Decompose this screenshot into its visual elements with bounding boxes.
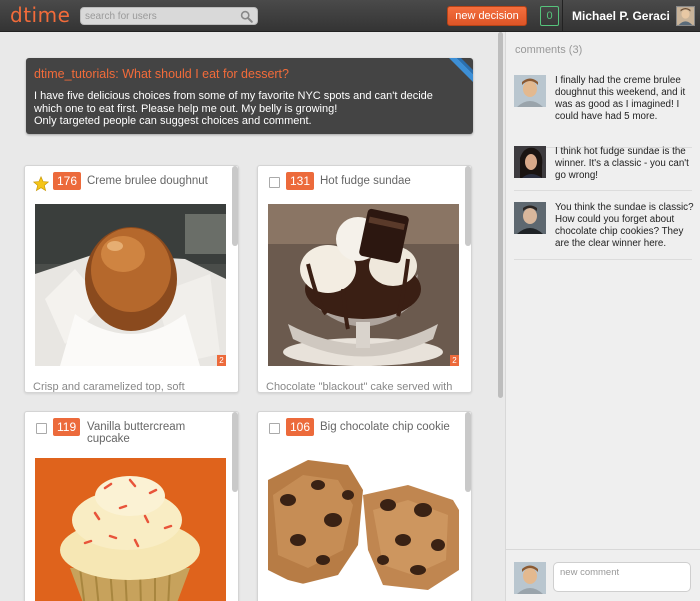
card-scrollbar[interactable] <box>232 412 238 492</box>
choice-photo[interactable] <box>268 450 459 601</box>
user-avatar[interactable] <box>676 6 695 26</box>
star-icon[interactable] <box>33 176 49 192</box>
comments-heading: comments (3) <box>515 44 583 56</box>
search-input[interactable] <box>85 9 235 23</box>
choice-card-vanilla-buttercream-cupcake[interactable]: 119 Vanilla buttercream cupcake <box>24 411 239 601</box>
photo-count-badge[interactable]: 2 <box>217 355 226 366</box>
comment-compose <box>506 549 700 601</box>
description-line: I have five delicious choices from some … <box>34 90 433 102</box>
choice-checkbox[interactable] <box>269 177 280 188</box>
comment-text: I think hot fudge sundae is the winner. … <box>555 146 689 181</box>
divider <box>562 0 563 32</box>
choice-title[interactable]: Vanilla buttercream cupcake <box>87 421 231 445</box>
card-scrollbar[interactable] <box>465 412 471 492</box>
choice-checkbox[interactable] <box>269 423 280 434</box>
choice-title[interactable]: Creme brulee doughnut <box>87 175 231 187</box>
choice-card-creme-brulee-doughnut[interactable]: 176 Creme brulee doughnut 2 Crisp and ca… <box>24 165 239 393</box>
choice-photo[interactable]: 2 <box>35 204 226 366</box>
new-comment-input[interactable] <box>553 562 691 592</box>
vote-count: 176 <box>53 172 82 190</box>
commenter-avatar[interactable] <box>514 75 546 107</box>
current-user-avatar[interactable] <box>514 562 546 594</box>
comment-text: I finally had the creme brulee doughnut … <box>555 75 686 122</box>
commenter-avatar[interactable] <box>514 146 546 178</box>
comment-item: You think the sundae is classic? How cou… <box>514 202 694 260</box>
choice-description: Crisp and caramelized top, soft <box>33 381 185 393</box>
description-line: Only targeted people can suggest choices… <box>34 115 312 127</box>
vote-count: 119 <box>53 418 81 436</box>
card-scrollbar[interactable] <box>232 166 238 246</box>
choice-title[interactable]: Hot fudge sundae <box>320 175 464 187</box>
user-name-link[interactable]: Michael P. Geraci <box>572 9 670 23</box>
commenter-avatar[interactable] <box>514 202 546 234</box>
description-line: which one to eat first. Please help me o… <box>34 102 338 115</box>
choice-photo[interactable] <box>35 458 226 601</box>
notification-count[interactable]: 0 <box>540 6 559 26</box>
choice-card-hot-fudge-sundae[interactable]: 131 Hot fudge sundae 2 Chocolate "blacko… <box>257 165 472 393</box>
decision-description: I have five delicious choices from some … <box>34 90 472 128</box>
search-icon[interactable] <box>240 10 253 23</box>
choice-checkbox[interactable] <box>36 423 47 434</box>
main-scrollbar[interactable] <box>498 32 503 398</box>
comment-item: I think hot fudge sundae is the winner. … <box>514 146 692 191</box>
ribbon-icon <box>449 58 473 82</box>
comment-item: I finally had the creme brulee doughnut … <box>514 75 692 148</box>
comments-sidebar: comments (3) I finally had the creme bru… <box>505 32 700 601</box>
choice-card-big-chocolate-chip-cookie[interactable]: 106 Big chocolate chip cookie <box>257 411 472 601</box>
new-decision-button[interactable]: new decision <box>447 6 527 26</box>
choice-title[interactable]: Big chocolate chip cookie <box>320 421 464 433</box>
decision-title: dtime_tutorials: What should I eat for d… <box>34 67 289 81</box>
vote-count: 131 <box>286 172 315 190</box>
choice-photo[interactable]: 2 <box>268 204 459 366</box>
comment-text: You think the sundae is classic? How cou… <box>555 202 694 249</box>
dtime-logo[interactable]: dtime <box>10 3 70 27</box>
photo-count-badge[interactable]: 2 <box>450 355 459 366</box>
decision-header: dtime_tutorials: What should I eat for d… <box>26 58 473 134</box>
card-scrollbar[interactable] <box>465 166 471 246</box>
top-bar: dtime new decision 0 Michael P. Geraci <box>0 0 700 32</box>
vote-count: 106 <box>286 418 315 436</box>
choice-description: Chocolate "blackout" cake served with <box>266 381 453 393</box>
search-box[interactable] <box>80 7 258 25</box>
